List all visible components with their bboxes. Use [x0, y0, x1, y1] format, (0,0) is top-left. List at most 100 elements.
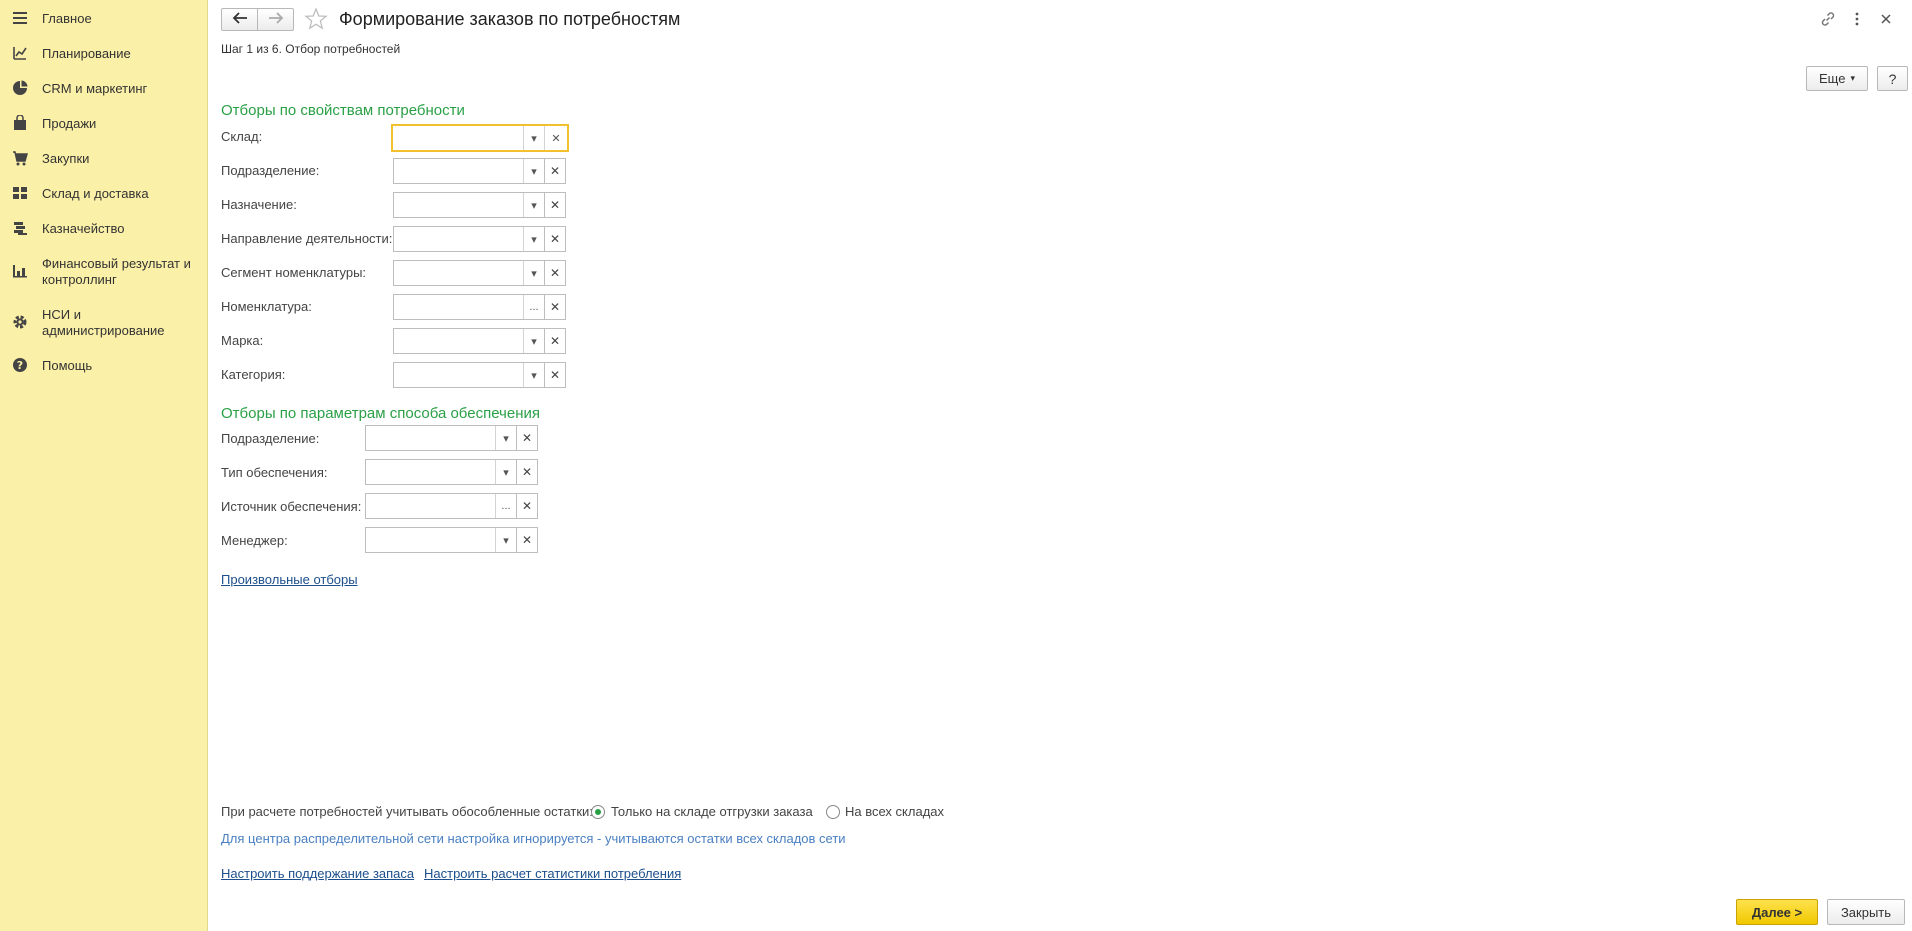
- consumption-stats-link[interactable]: Настроить расчет статистики потребления: [424, 866, 681, 881]
- stock-support-link[interactable]: Настроить поддержание запаса: [221, 866, 414, 881]
- sidebar-item-finance[interactable]: Финансовый результат и контроллинг: [0, 254, 207, 290]
- sidebar-item-label: Закупки: [42, 151, 90, 166]
- next-button[interactable]: Далее >: [1736, 899, 1818, 925]
- field-label-category: Категория:: [221, 367, 286, 382]
- nomenclature-clear-button[interactable]: ✕: [544, 294, 566, 320]
- clear-icon: ✕: [521, 465, 533, 479]
- nomenclature-select-button[interactable]: ...: [523, 295, 544, 319]
- sidebar-item-purchases[interactable]: Закупки: [0, 149, 207, 169]
- sidebar-item-crm[interactable]: CRM и маркетинг: [0, 79, 207, 99]
- segment-clear-button[interactable]: ✕: [544, 260, 566, 286]
- supply-source-input[interactable]: [366, 494, 495, 518]
- custom-filters-link[interactable]: Произвольные отборы: [221, 572, 358, 587]
- clear-icon: ✕: [549, 368, 561, 382]
- manager-dropdown-button[interactable]: ▾: [495, 528, 516, 552]
- segment-dropdown-button[interactable]: ▾: [523, 261, 544, 285]
- sidebar-item-main[interactable]: Главное: [0, 9, 207, 29]
- department-clear-button[interactable]: ✕: [544, 158, 566, 184]
- purpose-input[interactable]: [394, 193, 523, 217]
- purpose-dropdown-button[interactable]: ▾: [523, 193, 544, 217]
- purpose-clear-button[interactable]: ✕: [544, 192, 566, 218]
- menu-icon: [12, 10, 28, 26]
- chevron-down-icon: ▾: [1850, 73, 1855, 83]
- help-button[interactable]: ?: [1877, 66, 1908, 91]
- chevron-down-icon: ▾: [503, 534, 509, 547]
- sidebar-item-label: Помощь: [42, 358, 93, 373]
- warehouse-icon: [12, 185, 28, 201]
- chevron-down-icon: ▾: [531, 369, 537, 382]
- clear-icon: ✕: [521, 499, 533, 513]
- sidebar-item-label: CRM и маркетинг: [42, 81, 148, 96]
- forward-button[interactable]: [257, 8, 294, 31]
- category-dropdown-button[interactable]: ▾: [523, 363, 544, 387]
- supply-type-dropdown-button[interactable]: ▾: [495, 460, 516, 484]
- activity-dropdown-button[interactable]: ▾: [523, 227, 544, 251]
- link-icon[interactable]: [1820, 11, 1836, 30]
- supply-source-select-button[interactable]: ...: [495, 494, 516, 518]
- clear-icon: ✕: [549, 266, 561, 280]
- brand-dropdown-button[interactable]: ▾: [523, 329, 544, 353]
- radio-all-warehouses[interactable]: [826, 805, 840, 819]
- warehouse-dropdown-button[interactable]: ▾: [523, 126, 544, 150]
- chevron-down-icon: ▾: [531, 199, 537, 212]
- more-button[interactable]: Еще ▾: [1806, 66, 1868, 91]
- warehouse-input[interactable]: [393, 126, 523, 150]
- pie-chart-icon: [12, 80, 28, 96]
- sidebar-item-nsi-admin[interactable]: НСИ и администрирование: [0, 305, 207, 341]
- radio-label-all-warehouses[interactable]: На всех складах: [845, 804, 944, 820]
- close-button[interactable]: Закрыть: [1827, 899, 1905, 925]
- more-vertical-icon[interactable]: [1849, 11, 1865, 30]
- purpose-field: ▾: [393, 192, 545, 218]
- warehouse-clear-button[interactable]: ✕: [544, 126, 567, 150]
- radio-label-only-shipping-warehouse[interactable]: Только на складе отгрузки заказа: [611, 804, 813, 820]
- back-button[interactable]: [221, 8, 258, 31]
- page-title: Формирование заказов по потребностям: [339, 9, 681, 29]
- activity-clear-button[interactable]: ✕: [544, 226, 566, 252]
- chevron-down-icon: ▾: [503, 432, 509, 445]
- sidebar-item-label: Финансовый результат и контроллинг: [42, 256, 191, 287]
- segment-input[interactable]: [394, 261, 523, 285]
- sidebar-item-sales[interactable]: Продажи: [0, 114, 207, 134]
- department-dropdown-button[interactable]: ▾: [523, 159, 544, 183]
- stock-option-label: При расчете потребностей учитывать обосо…: [221, 804, 593, 819]
- category-input[interactable]: [394, 363, 523, 387]
- supply-department-input[interactable]: [366, 426, 495, 450]
- field-label-department: Подразделение:: [221, 163, 320, 178]
- sidebar-item-warehouse[interactable]: Склад и доставка: [0, 184, 207, 204]
- cart-icon: [12, 150, 28, 166]
- svg-text:?: ?: [17, 359, 23, 372]
- sidebar-item-help[interactable]: ? Помощь: [0, 356, 207, 376]
- manager-input[interactable]: [366, 528, 495, 552]
- favorite-star-icon[interactable]: [304, 7, 328, 34]
- sidebar-item-treasury[interactable]: Казначейство: [0, 219, 207, 239]
- field-label-activity: Направление деятельности:: [221, 231, 393, 246]
- radio-only-shipping-warehouse[interactable]: [591, 805, 605, 819]
- chevron-down-icon: ▾: [531, 335, 537, 348]
- supply-department-clear-button[interactable]: ✕: [516, 425, 538, 451]
- activity-input[interactable]: [394, 227, 523, 251]
- category-clear-button[interactable]: ✕: [544, 362, 566, 388]
- close-icon[interactable]: [1878, 11, 1894, 30]
- supply-type-clear-button[interactable]: ✕: [516, 459, 538, 485]
- chevron-down-icon: ▾: [531, 132, 537, 145]
- department-field: ▾: [393, 158, 545, 184]
- nomenclature-input[interactable]: [394, 295, 523, 319]
- supply-source-clear-button[interactable]: ✕: [516, 493, 538, 519]
- brand-clear-button[interactable]: ✕: [544, 328, 566, 354]
- department-input[interactable]: [394, 159, 523, 183]
- clear-icon: ✕: [521, 533, 533, 547]
- clear-icon: ✕: [549, 232, 561, 246]
- brand-field: ▾: [393, 328, 545, 354]
- manager-clear-button[interactable]: ✕: [516, 527, 538, 553]
- supply-department-dropdown-button[interactable]: ▾: [495, 426, 516, 450]
- sidebar-item-planning[interactable]: Планирование: [0, 44, 207, 64]
- supply-type-input[interactable]: [366, 460, 495, 484]
- chevron-down-icon: ▾: [531, 165, 537, 178]
- brand-input[interactable]: [394, 329, 523, 353]
- clear-icon: ✕: [549, 198, 561, 212]
- help-icon: ?: [12, 357, 28, 373]
- sidebar: Главное Планирование CRM и маркетинг Про…: [0, 0, 208, 931]
- sidebar-item-label: Казначейство: [42, 221, 125, 236]
- planning-icon: [12, 45, 28, 61]
- field-label-supply-source: Источник обеспечения:: [221, 499, 362, 514]
